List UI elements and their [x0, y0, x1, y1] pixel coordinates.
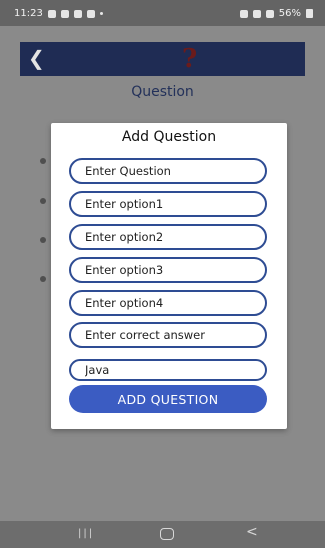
download-icon: [86, 9, 95, 18]
status-time: 11:23: [14, 8, 43, 19]
navigation-bar: ||| <: [0, 521, 325, 548]
notification-icon: [47, 9, 56, 18]
question-input[interactable]: [69, 158, 267, 184]
option4-input[interactable]: [69, 290, 267, 316]
message-icon: [60, 9, 69, 18]
add-question-button[interactable]: ADD QUESTION: [69, 385, 267, 413]
category-input[interactable]: [69, 359, 267, 381]
nav-back-icon[interactable]: <: [246, 524, 258, 540]
app-icon: [73, 9, 82, 18]
dialog-title: Add Question: [121, 129, 217, 145]
alarm-icon: [239, 9, 248, 18]
back-arrow-icon[interactable]: ❮: [28, 46, 45, 70]
option3-input[interactable]: [69, 257, 267, 283]
recent-apps-icon[interactable]: |||: [78, 528, 94, 539]
option1-input[interactable]: [69, 191, 267, 217]
app-logo: ?: [182, 44, 198, 74]
list-item-bullet: [40, 158, 46, 164]
mute-icon: [252, 9, 261, 18]
add-question-dialog: Add Question ADD QUESTION: [51, 123, 287, 429]
status-right: 56%: [239, 8, 313, 19]
list-item-bullet: [40, 237, 46, 243]
battery-icon: [306, 9, 313, 18]
app-bar: ❮ ?: [20, 42, 305, 76]
correct-answer-input[interactable]: [69, 322, 267, 348]
more-notifications-dot: [99, 12, 103, 15]
signal-icon: [265, 9, 274, 18]
status-left: 11:23: [14, 8, 103, 19]
list-item-bullet: [40, 198, 46, 204]
battery-percent: 56%: [278, 8, 301, 19]
status-bar: 11:23 56%: [0, 0, 325, 26]
option2-input[interactable]: [69, 224, 267, 250]
list-item-bullet: [40, 276, 46, 282]
page-title: Question: [131, 84, 194, 100]
home-icon[interactable]: [160, 528, 174, 540]
